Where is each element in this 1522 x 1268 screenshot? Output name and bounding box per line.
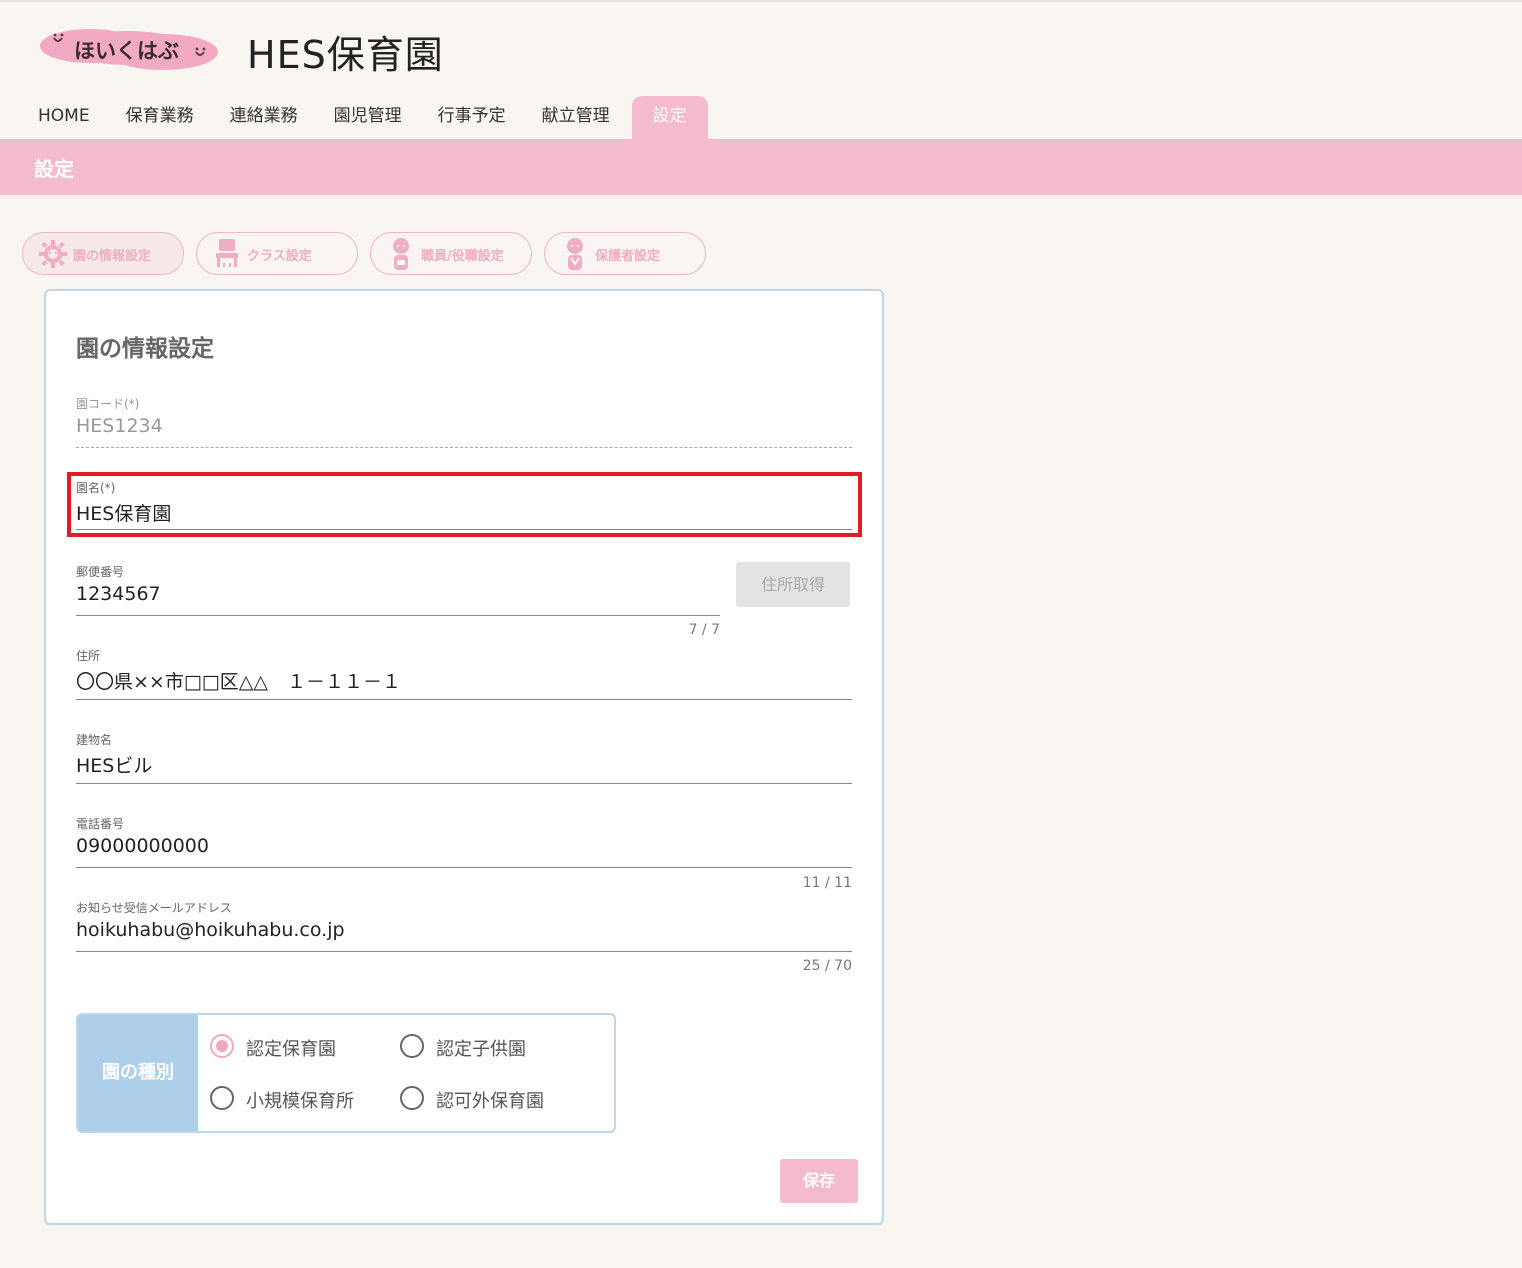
radio-label: 小規模保育所 — [246, 1091, 354, 1112]
staff-icon — [385, 236, 417, 272]
section-header: 設定 — [0, 139, 1522, 195]
tab-staff[interactable]: 職員/役職設定 — [370, 232, 532, 275]
nav-contact[interactable]: 連絡業務 — [212, 96, 316, 139]
tab-guardian[interactable]: 保護者設定 — [544, 232, 706, 275]
get-address-button[interactable]: 住所取得 — [736, 562, 850, 607]
tab-staff-label: 職員/役職設定 — [421, 249, 504, 264]
nav-children[interactable]: 園児管理 — [316, 96, 420, 139]
radio-label: 認定保育園 — [246, 1039, 336, 1060]
nav-events[interactable]: 行事予定 — [420, 96, 524, 139]
nav-childcare[interactable]: 保育業務 — [108, 96, 212, 139]
building-input[interactable]: HESビル — [76, 751, 852, 778]
building-underline — [76, 783, 852, 784]
email-label: お知らせ受信メールアドレス — [76, 901, 232, 915]
nav-settings[interactable]: 設定 — [631, 96, 708, 139]
school-name-underline — [76, 529, 852, 530]
tab-school-info-label: 園の情報設定 — [73, 249, 152, 264]
postal-code-label: 郵便番号 — [76, 565, 125, 579]
postal-code-underline — [76, 615, 720, 616]
school-code-value: HES1234 — [76, 415, 163, 437]
email-counter: 25 / 70 — [802, 958, 852, 974]
email-field[interactable]: お知らせ受信メールアドレス hoikuhabu@hoikuhabu.co.jp … — [76, 899, 852, 979]
tab-guardian-label: 保護者設定 — [595, 249, 661, 264]
postal-code-counter: 7 / 7 — [688, 622, 720, 638]
save-button[interactable]: 保存 — [780, 1159, 858, 1203]
app-title: HES保育園 — [247, 33, 444, 77]
radio-circle — [210, 1086, 234, 1110]
school-kind-label: 園の種別 — [78, 1015, 198, 1131]
address-underline — [76, 699, 852, 700]
card-title: 園の情報設定 — [76, 336, 214, 362]
email-underline — [76, 951, 852, 952]
phone-counter: 11 / 11 — [802, 875, 852, 891]
school-info-card: 園の情報設定 園コード(*) HES1234 園名(*) HES保育園 郵便番号… — [44, 289, 884, 1225]
address-field[interactable]: 住所 〇〇県××市□□区△△ １－１１－１ — [76, 647, 852, 707]
school-name-field[interactable]: 園名(*) HES保育園 — [76, 479, 852, 539]
gear-icon — [37, 236, 69, 272]
radio-label: 認可外保育園 — [436, 1091, 544, 1112]
guardian-icon — [559, 236, 591, 272]
nav-home[interactable]: HOME — [20, 96, 108, 139]
address-label: 住所 — [76, 649, 101, 663]
phone-label: 電話番号 — [76, 817, 125, 831]
school-code-label: 園コード(*) — [76, 397, 140, 411]
logo-text: ほいくはぶ — [74, 39, 179, 63]
tab-class-label: クラス設定 — [247, 249, 312, 264]
postal-code-input[interactable]: 1234567 — [76, 583, 720, 605]
building-label: 建物名 — [76, 733, 113, 747]
school-code-field: 園コード(*) HES1234 — [76, 395, 852, 455]
hoikuhabu-logo[interactable]: ほいくはぶ — [38, 26, 220, 72]
radio-circle — [400, 1034, 424, 1058]
radio-circle — [210, 1034, 234, 1058]
postal-code-field[interactable]: 郵便番号 1234567 7 / 7 — [76, 563, 720, 643]
school-name-label: 園名(*) — [76, 481, 116, 495]
email-input[interactable]: hoikuhabu@hoikuhabu.co.jp — [76, 919, 852, 941]
top-border — [0, 0, 1522, 2]
radio-circle — [400, 1086, 424, 1110]
building-field[interactable]: 建物名 HESビル — [76, 731, 852, 791]
nav-menu[interactable]: 献立管理 — [524, 96, 628, 139]
school-kind-group: 園の種別 認定保育園 認定子供園 小規模保育所 認可外保育園 — [76, 1013, 616, 1133]
phone-underline — [76, 867, 852, 868]
address-input[interactable]: 〇〇県××市□□区△△ １－１１－１ — [76, 667, 852, 694]
school-code-underline — [76, 447, 852, 448]
main-nav: HOME 保育業務 連絡業務 園児管理 行事予定 献立管理 設定 — [20, 96, 708, 139]
radio-label: 認定子供園 — [436, 1039, 526, 1060]
page-title: 設定 — [34, 157, 74, 181]
tab-class[interactable]: クラス設定 — [196, 232, 358, 275]
phone-input[interactable]: 09000000000 — [76, 835, 852, 857]
phone-field[interactable]: 電話番号 09000000000 11 / 11 — [76, 815, 852, 895]
class-icon — [211, 236, 243, 272]
school-name-input[interactable]: HES保育園 — [76, 499, 852, 526]
tab-school-info[interactable]: 園の情報設定 — [22, 232, 184, 275]
